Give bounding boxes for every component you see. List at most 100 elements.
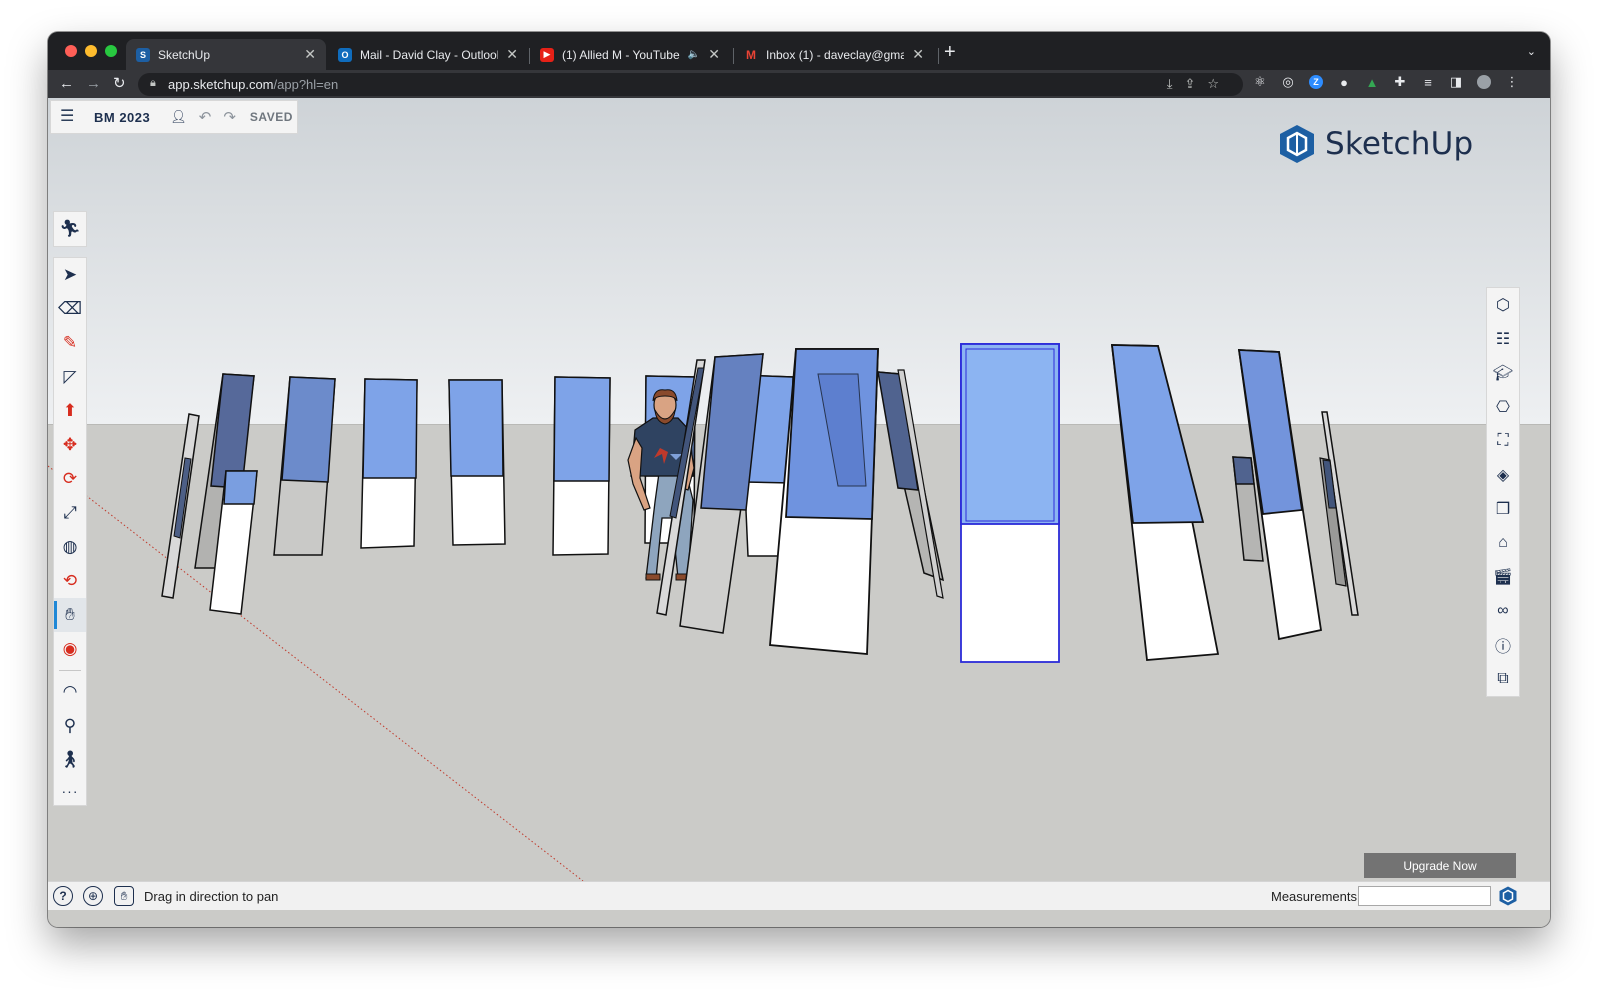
outliner-icon[interactable]: ☷ bbox=[1487, 322, 1519, 356]
tab-title: Mail - David Clay - Outlook bbox=[360, 47, 499, 62]
address-bar[interactable]: 🔒︎ app.sketchup.com/app?hl=en ⤓⇪☆ bbox=[138, 73, 1243, 96]
bookmark-star-icon[interactable]: ☆ bbox=[1207, 76, 1231, 91]
help-icon[interactable]: ? bbox=[53, 886, 73, 906]
tab-title: SketchUp bbox=[158, 47, 211, 62]
eraser-icon[interactable]: ⌫ bbox=[54, 292, 86, 326]
scenes-icon[interactable]: ❒ bbox=[1487, 492, 1519, 526]
zoom-icon[interactable]: ⚲ bbox=[54, 709, 86, 743]
animation-icon[interactable]: 🎬︎ bbox=[1487, 560, 1519, 594]
walk-icon[interactable]: 🚶︎ bbox=[54, 743, 86, 777]
model-scene[interactable] bbox=[48, 98, 1550, 881]
left-toolbar: 🏃︎ ➤ ⌫ ✎ ◸ ⬆ ✥ ⟳ ⤢ ◍ ⟲ ✋︎ ◉ ◠ ⚲ 🚶︎ ··· bbox=[53, 211, 87, 806]
collaborate-user-icon[interactable]: 👤︎ bbox=[170, 109, 187, 125]
zoom-extension-icon[interactable]: Z bbox=[1309, 75, 1323, 89]
gmail-icon: M bbox=[746, 47, 756, 62]
sketchup-viewport[interactable]: ☰ BM 2023 👤︎ ↶ ↷ SAVED SketchUp 🏃︎ ➤ ⌫ ✎… bbox=[48, 98, 1550, 927]
panel-6[interactable] bbox=[448, 379, 506, 546]
tab-separator bbox=[938, 48, 939, 64]
panel-18[interactable] bbox=[1319, 411, 1359, 616]
paint-bucket-icon[interactable]: ◍ bbox=[54, 530, 86, 564]
panel-14-selected[interactable] bbox=[960, 343, 1060, 663]
scale-icon[interactable]: ⤢ bbox=[54, 496, 86, 530]
google-drive-icon[interactable]: ▲ bbox=[1365, 75, 1379, 90]
zoom-extents-icon[interactable]: ◉ bbox=[54, 632, 86, 666]
media-queue-icon[interactable]: ≡ bbox=[1421, 75, 1435, 90]
url-text: app.sketchup.com/app?hl=en bbox=[168, 77, 338, 92]
pencil-icon[interactable]: ✎ bbox=[54, 326, 86, 360]
share-icon[interactable]: ⇪ bbox=[1184, 76, 1207, 91]
audio-playing-icon[interactable]: 🔈 bbox=[688, 49, 700, 60]
panel-15[interactable] bbox=[1110, 344, 1220, 661]
display-icon[interactable]: ∞ bbox=[1487, 594, 1519, 628]
status-bar: ? ⊕ ✋︎ Drag in direction to pan Measurem… bbox=[48, 881, 1550, 910]
panel-5[interactable] bbox=[360, 378, 418, 549]
extension-bar: ⚛ ◎ Z ● ▲ ✚ ≡ ◨ ⋮ bbox=[1253, 74, 1519, 90]
react-devtools-icon[interactable]: ⚛ bbox=[1253, 74, 1267, 89]
reload-button[interactable]: ↻ bbox=[113, 74, 126, 94]
measurements-input[interactable] bbox=[1358, 886, 1491, 906]
puzzle-extensions-icon[interactable]: ✚ bbox=[1393, 74, 1407, 89]
browser-menu-icon[interactable]: ⋮ bbox=[1505, 74, 1519, 89]
url-path: /app?hl=en bbox=[273, 77, 339, 92]
side-panel-icon[interactable]: ◨ bbox=[1449, 74, 1463, 89]
model-title-panel: ☰ BM 2023 👤︎ ↶ ↷ SAVED bbox=[50, 100, 298, 134]
more-tools-icon[interactable]: ··· bbox=[54, 777, 86, 805]
tab-search-chevron-icon[interactable]: ⌄ bbox=[1527, 45, 1536, 58]
youtube-icon: ▶ bbox=[540, 47, 554, 62]
chat-extension-icon[interactable]: ● bbox=[1337, 75, 1351, 90]
materials-icon[interactable]: ⛶ bbox=[1487, 424, 1519, 458]
move-icon[interactable]: ✥ bbox=[54, 428, 86, 462]
panel-1[interactable] bbox=[161, 413, 200, 599]
back-button[interactable]: ← bbox=[59, 74, 74, 94]
components-icon[interactable]: ⎔ bbox=[1487, 390, 1519, 424]
sketchup-status-logo-icon bbox=[1499, 886, 1517, 906]
install-icon[interactable]: ⤓ bbox=[1167, 76, 1185, 91]
tab-gmail[interactable]: M Inbox (1) - daveclay@gmail.com ✕ bbox=[734, 39, 934, 70]
solid-inspector-icon[interactable]: ⧉ bbox=[1487, 662, 1519, 696]
redo-icon[interactable]: ↷ bbox=[223, 108, 236, 126]
close-tab-icon[interactable]: ✕ bbox=[912, 46, 924, 63]
sketchup-logo: SketchUp bbox=[1279, 124, 1473, 164]
push-pull-icon[interactable]: ⬆ bbox=[54, 394, 86, 428]
orbit-icon[interactable]: ⟲ bbox=[54, 564, 86, 598]
tape-measure-icon[interactable]: ◠ bbox=[54, 675, 86, 709]
search-tools-icon[interactable]: 🏃︎ bbox=[54, 212, 86, 246]
sketchup-logo-icon: S bbox=[136, 47, 150, 62]
lock-icon[interactable]: 🔒︎ bbox=[150, 77, 156, 90]
tab-outlook[interactable]: O Mail - David Clay - Outlook ✕ bbox=[328, 39, 528, 70]
hamburger-menu-icon[interactable]: ☰ bbox=[60, 109, 76, 125]
target-extension-icon[interactable]: ◎ bbox=[1281, 74, 1295, 89]
browser-toolbar: ← → ↻ 🔒︎ app.sketchup.com/app?hl=en ⤓⇪☆ … bbox=[48, 70, 1550, 98]
close-window-button[interactable] bbox=[65, 45, 77, 57]
model-info-icon[interactable]: ⓘ bbox=[1487, 628, 1519, 662]
model-title[interactable]: BM 2023 bbox=[94, 110, 150, 125]
close-tab-icon[interactable]: ✕ bbox=[506, 46, 518, 63]
outlook-icon: O bbox=[338, 47, 352, 62]
maximize-window-button[interactable] bbox=[105, 45, 117, 57]
entity-info-icon[interactable]: ⬡ bbox=[1487, 288, 1519, 322]
panel-7[interactable] bbox=[552, 376, 611, 556]
rectangle-icon[interactable]: ◸ bbox=[54, 360, 86, 394]
close-tab-icon[interactable]: ✕ bbox=[708, 46, 720, 63]
right-panel-toolbar: ⬡ ☷ 🎓︎ ⎔ ⛶ ◈ ❒ ⌂ 🎬︎ ∞ ⓘ ⧉ bbox=[1486, 287, 1520, 697]
geolocation-globe-icon[interactable]: ⊕ bbox=[83, 886, 103, 906]
minimize-window-button[interactable] bbox=[85, 45, 97, 57]
tab-sketchup[interactable]: S SketchUp ✕ bbox=[126, 39, 326, 70]
tab-youtube[interactable]: ▶ (1) Allied M - YouTube 🔈 ✕ bbox=[530, 39, 730, 70]
forward-button[interactable]: → bbox=[86, 74, 101, 94]
select-icon[interactable]: ➤ bbox=[54, 258, 86, 292]
instructor-icon[interactable]: 🎓︎ bbox=[1487, 356, 1519, 390]
undo-icon[interactable]: ↶ bbox=[199, 108, 212, 126]
panel-12[interactable] bbox=[877, 369, 945, 599]
profile-avatar[interactable] bbox=[1477, 75, 1491, 89]
panel-4[interactable] bbox=[273, 376, 336, 556]
tab-strip: S SketchUp ✕ O Mail - David Clay - Outlo… bbox=[48, 32, 1550, 70]
tags-icon[interactable]: ⌂ bbox=[1487, 526, 1519, 560]
rotate-icon[interactable]: ⟳ bbox=[54, 462, 86, 496]
new-tab-button[interactable]: + bbox=[944, 42, 956, 62]
pan-icon[interactable]: ✋︎ bbox=[54, 598, 86, 632]
upgrade-now-button[interactable]: Upgrade Now bbox=[1364, 853, 1516, 878]
styles-icon[interactable]: ◈ bbox=[1487, 458, 1519, 492]
close-tab-icon[interactable]: ✕ bbox=[304, 46, 316, 63]
toolbar-divider bbox=[59, 670, 81, 671]
